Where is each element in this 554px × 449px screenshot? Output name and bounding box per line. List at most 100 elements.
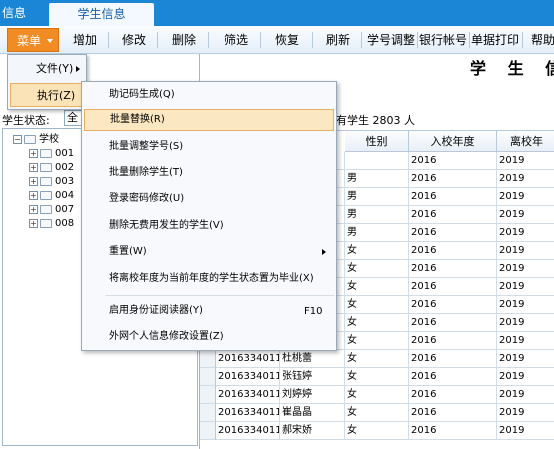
student-count: 有学生 2803 人: [336, 114, 415, 127]
restore-button[interactable]: 恢复: [274, 30, 300, 50]
cell-entry-year: 2016: [409, 422, 497, 440]
menu-item-id-card-reader[interactable]: 启用身份证阅读器(Y): [84, 300, 334, 322]
menu-item-execute[interactable]: 执行(Z): [10, 83, 84, 107]
cell-gender: 女: [345, 386, 409, 404]
folder-icon: [40, 218, 52, 228]
column-header-gender[interactable]: 性别: [345, 131, 409, 152]
help-button[interactable]: 帮助: [530, 30, 554, 50]
edit-button[interactable]: 修改: [121, 30, 147, 50]
chevron-right-icon: [322, 249, 326, 255]
menu-item-file[interactable]: 文件(Y): [10, 57, 84, 81]
table-row[interactable]: 20163340114崔晶晶女20162019: [200, 404, 554, 422]
student-id-adjust-button[interactable]: 学号调整: [367, 30, 415, 50]
tree-node[interactable]: +002: [29, 161, 74, 175]
tree-node-root[interactable]: − 学校: [13, 133, 59, 147]
status-label: 学生状态:: [2, 114, 50, 127]
cell-student-id: 20163340115: [216, 422, 280, 440]
tab-student-info[interactable]: 学生信息: [49, 3, 154, 26]
cell-leave-year: 2019: [497, 278, 554, 296]
chevron-down-icon: [47, 39, 53, 43]
refresh-button[interactable]: 刷新: [325, 30, 351, 50]
table-row[interactable]: 20163340112张钰婷女20162019: [200, 368, 554, 386]
column-header-entry-year[interactable]: 入校年度: [409, 131, 497, 152]
toolbar-divider: [469, 32, 470, 48]
bank-account-button[interactable]: 银行帐号: [419, 30, 467, 50]
folder-icon: [40, 190, 52, 200]
add-button[interactable]: 增加: [72, 30, 98, 50]
cell-student-name: 杜桃蕾: [280, 350, 345, 368]
cell-leave-year: 2019: [497, 224, 554, 242]
toolbar-divider: [522, 32, 523, 48]
cell-entry-year: 2016: [409, 224, 497, 242]
row-header[interactable]: [200, 422, 216, 440]
tree-node[interactable]: +008: [29, 217, 74, 231]
cell-student-id: 20163340113: [216, 386, 280, 404]
column-header-leave-year[interactable]: 离校年: [497, 131, 554, 152]
cell-student-name: 崔晶晶: [280, 404, 345, 422]
toolbar-divider: [312, 32, 313, 48]
folder-icon: [40, 148, 52, 158]
menu-item-reset[interactable]: 重置(W): [84, 241, 334, 263]
cell-gender: 女: [345, 242, 409, 260]
cell-leave-year: 2019: [497, 296, 554, 314]
cell-entry-year: 2016: [409, 296, 497, 314]
expand-icon[interactable]: +: [29, 176, 38, 186]
tree-node-label: 004: [55, 190, 75, 201]
cell-student-id: 20163340112: [216, 368, 280, 386]
menu-item-batch-replace[interactable]: 批量替换(R): [84, 109, 334, 131]
cell-gender: 男: [345, 170, 409, 188]
cell-gender: 女: [345, 260, 409, 278]
menu-button[interactable]: 菜单: [7, 28, 59, 52]
collapse-icon[interactable]: −: [13, 134, 22, 144]
tab-student-info-prev[interactable]: 信息: [0, 0, 42, 26]
chevron-right-icon: [76, 66, 80, 72]
cell-entry-year: 2016: [409, 314, 497, 332]
menu-item-change-password[interactable]: 登录密码修改(U): [84, 188, 334, 210]
tree-node[interactable]: +007: [29, 203, 74, 217]
toolbar-divider: [108, 32, 109, 48]
cell-gender: 女: [345, 278, 409, 296]
menu-item-batch-delete[interactable]: 批量删除学生(T): [84, 162, 334, 184]
folder-icon: [40, 176, 52, 186]
filter-button[interactable]: 筛选: [223, 30, 249, 50]
cell-student-id: 20163340111: [216, 350, 280, 368]
tree-node[interactable]: +004: [29, 189, 74, 203]
folder-icon: [24, 134, 36, 144]
menu-button-label: 菜单: [17, 34, 42, 48]
table-row[interactable]: 20163340111杜桃蕾女20162019: [200, 350, 554, 368]
toolbar-divider: [260, 32, 261, 48]
menu-item-mnemonic-generate[interactable]: 助记码生成(Q): [84, 84, 334, 106]
delete-button[interactable]: 删除: [171, 30, 197, 50]
cell-leave-year: 2019: [497, 368, 554, 386]
cell-entry-year: 2016: [409, 206, 497, 224]
cell-leave-year: 2019: [497, 422, 554, 440]
cell-entry-year: 2016: [409, 404, 497, 422]
cell-gender: 男: [345, 224, 409, 242]
folder-icon: [40, 204, 52, 214]
expand-icon[interactable]: +: [29, 204, 38, 214]
expand-icon[interactable]: +: [29, 162, 38, 172]
menu-item-set-graduated[interactable]: 将离校年度为当前年度的学生状态置为毕业(X): [84, 268, 334, 290]
cell-gender: 女: [345, 332, 409, 350]
row-header[interactable]: [200, 368, 216, 386]
cell-leave-year: 2019: [497, 260, 554, 278]
menu-item-external-info-settings[interactable]: 外网个人信息修改设置(Z): [84, 326, 334, 348]
expand-icon[interactable]: +: [29, 218, 38, 228]
print-receipt-button[interactable]: 单据打印: [471, 30, 519, 50]
table-row[interactable]: 20163340113刘婷婷女20162019: [200, 386, 554, 404]
cell-entry-year: 2016: [409, 278, 497, 296]
tree-node-label: 学校: [39, 134, 59, 145]
tree-node[interactable]: +003: [29, 175, 74, 189]
table-row[interactable]: 20163340115郝宋娇女20162019: [200, 422, 554, 440]
expand-icon[interactable]: +: [29, 148, 38, 158]
menu-item-batch-adjust-id[interactable]: 批量调整学号(S): [84, 136, 334, 158]
tree-node[interactable]: +001: [29, 147, 74, 161]
expand-icon[interactable]: +: [29, 190, 38, 200]
row-header[interactable]: [200, 386, 216, 404]
row-header[interactable]: [200, 350, 216, 368]
row-header[interactable]: [200, 404, 216, 422]
cell-leave-year: 2019: [497, 332, 554, 350]
menu-item-delete-no-fee[interactable]: 删除无费用发生的学生(V): [84, 215, 334, 237]
cell-student-name: 刘婷婷: [280, 386, 345, 404]
cell-entry-year: 2016: [409, 260, 497, 278]
